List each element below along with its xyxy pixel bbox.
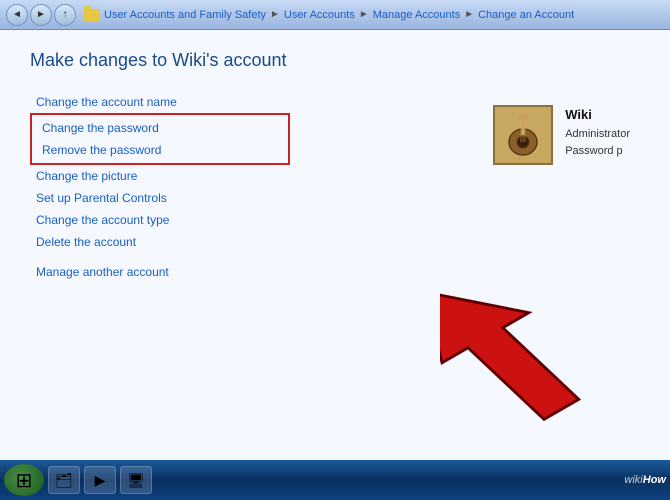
breadcrumb-sep-2: ►: [359, 9, 369, 20]
guitar-icon: [498, 110, 548, 160]
breadcrumb-sep-1: ►: [270, 9, 280, 20]
breadcrumb: User Accounts and Family Safety ► User A…: [104, 9, 664, 21]
windows-logo-icon: ⊞: [16, 468, 33, 493]
computer-icon: 🖥: [127, 472, 145, 489]
nav-buttons: ◄ ► ↑: [6, 4, 76, 26]
breadcrumb-user-accounts-family[interactable]: User Accounts and Family Safety: [104, 9, 266, 21]
link-change-picture[interactable]: Change the picture: [30, 165, 290, 187]
start-button[interactable]: ⊞: [4, 464, 44, 496]
link-change-password[interactable]: Change the password: [36, 117, 284, 139]
up-button[interactable]: ↑: [54, 4, 76, 26]
user-role: Administrator: [565, 126, 630, 144]
link-change-name[interactable]: Change the account name: [30, 91, 290, 113]
main-window: Make changes to Wiki's account Change th…: [0, 30, 670, 460]
wikihow-prefix: wiki: [624, 474, 642, 486]
link-parental-controls[interactable]: Set up Parental Controls: [30, 187, 290, 209]
user-status: Password p: [565, 143, 630, 161]
wikihow-badge: wikiHow: [624, 474, 666, 486]
forward-icon: ►: [36, 9, 46, 20]
forward-button[interactable]: ►: [30, 4, 52, 26]
folder-icon: [84, 9, 100, 21]
title-bar: ◄ ► ↑ User Accounts and Family Safety ► …: [0, 0, 670, 30]
user-details: Wiki Administrator Password p: [565, 105, 630, 161]
link-delete-account[interactable]: Delete the account: [30, 231, 290, 253]
user-info-panel: Wiki Administrator Password p: [493, 105, 630, 165]
taskbar: ⊞ 🗂 ▶ 🖥 wikiHow: [0, 460, 670, 500]
breadcrumb-user-accounts[interactable]: User Accounts: [284, 9, 355, 21]
user-name: Wiki: [565, 105, 630, 126]
arrow-cursor-graphic: [440, 235, 620, 440]
taskbar-folder-icon[interactable]: 🗂: [48, 466, 80, 494]
taskbar-media-icon[interactable]: ▶: [84, 466, 116, 494]
taskbar-computer-icon[interactable]: 🖥: [120, 466, 152, 494]
folder-icon: 🗂: [55, 472, 73, 489]
highlighted-links-box: Change the password Remove the password: [30, 113, 290, 165]
link-remove-password[interactable]: Remove the password: [36, 139, 284, 161]
link-manage-another[interactable]: Manage another account: [30, 261, 290, 283]
up-icon: ↑: [63, 9, 68, 20]
link-change-type[interactable]: Change the account type: [30, 209, 290, 231]
page-title: Make changes to Wiki's account: [30, 50, 640, 71]
breadcrumb-change-account[interactable]: Change an Account: [478, 9, 574, 21]
breadcrumb-sep-3: ►: [464, 9, 474, 20]
back-button[interactable]: ◄: [6, 4, 28, 26]
breadcrumb-manage-accounts[interactable]: Manage Accounts: [373, 9, 460, 21]
play-icon: ▶: [95, 472, 106, 489]
avatar: [493, 105, 553, 165]
links-panel: Change the account name Change the passw…: [30, 91, 290, 283]
wikihow-suffix: How: [643, 474, 666, 486]
red-arrow-svg: [440, 235, 620, 435]
content-area: Make changes to Wiki's account Change th…: [0, 30, 670, 460]
back-icon: ◄: [12, 9, 22, 20]
